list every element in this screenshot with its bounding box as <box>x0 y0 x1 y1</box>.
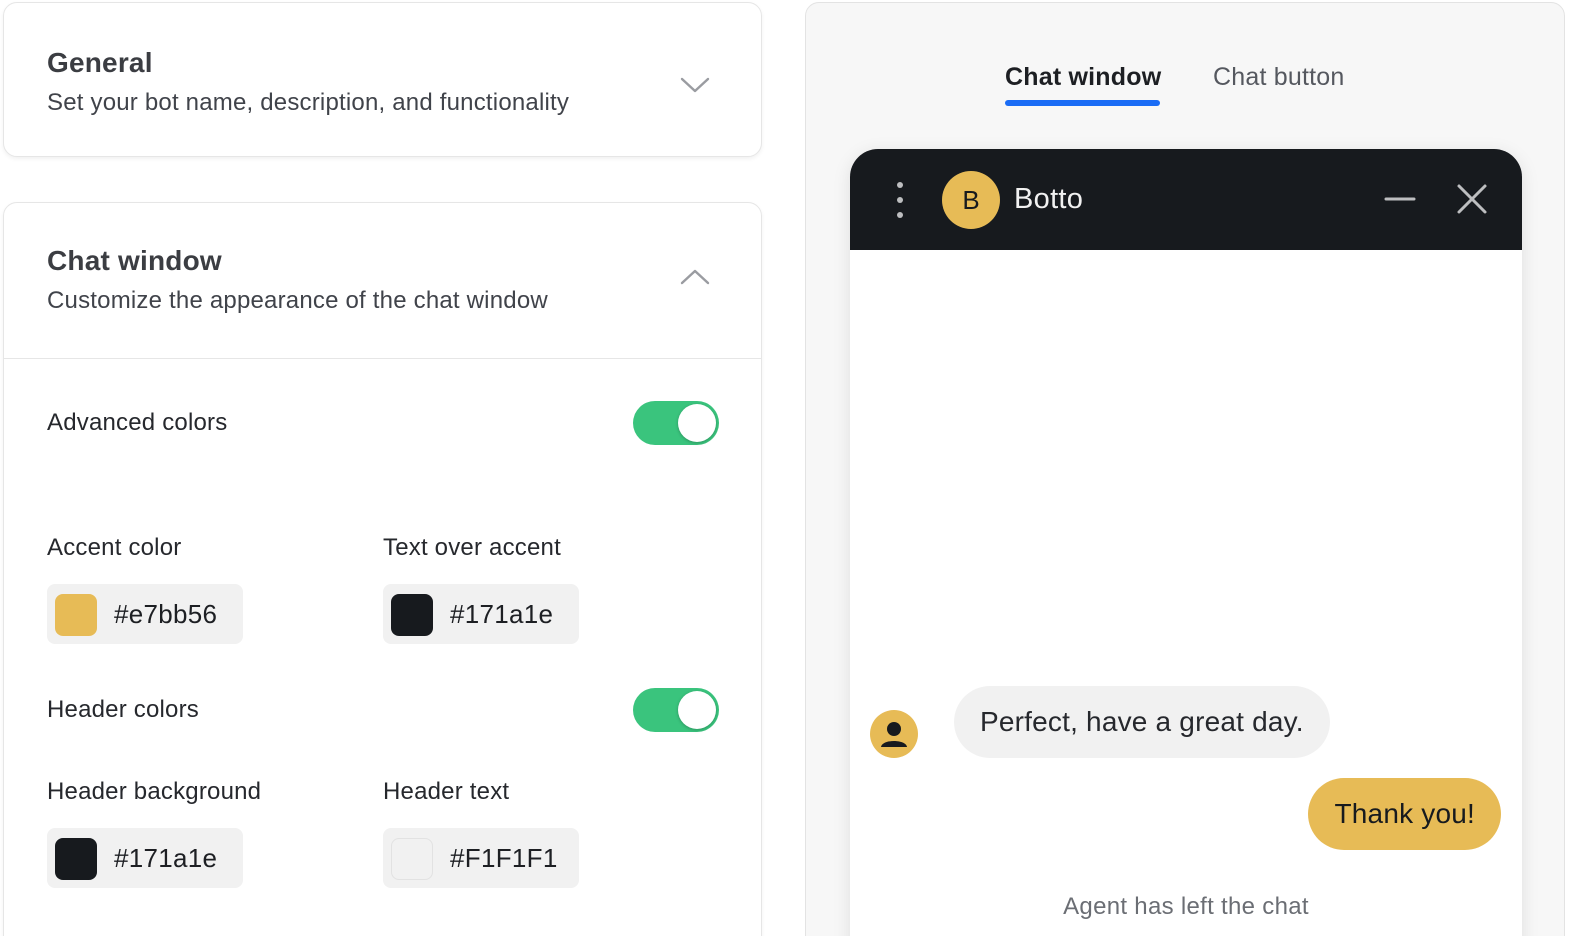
user-message-bubble: Thank you! <box>1308 778 1501 850</box>
chat-window-section-header[interactable]: Chat window Customize the appearance of … <box>47 245 721 315</box>
header-text-field[interactable]: #F1F1F1 <box>383 828 579 888</box>
header-background-swatch[interactable] <box>55 838 97 880</box>
header-background-label: Header background <box>47 778 262 805</box>
text-over-accent-label: Text over accent <box>383 534 561 561</box>
tab-chat-button[interactable]: Chat button <box>1213 63 1344 92</box>
header-background-value: #171a1e <box>114 843 218 873</box>
text-over-accent-value: #171a1e <box>450 599 554 629</box>
header-colors-toggle[interactable] <box>633 688 719 732</box>
bot-avatar: B <box>942 171 1000 229</box>
toggle-knob <box>678 691 716 729</box>
header-text-swatch[interactable] <box>391 838 433 880</box>
toggle-knob <box>678 404 716 442</box>
header-background-field[interactable]: #171a1e <box>47 828 243 888</box>
chat-window-section-subtitle: Customize the appearance of the chat win… <box>47 287 548 314</box>
bot-name: Botto <box>1014 183 1084 215</box>
general-section-header[interactable]: General Set your bot name, description, … <box>47 47 721 117</box>
chat-window-section-title: Chat window <box>47 245 222 276</box>
header-text-value: #F1F1F1 <box>450 843 558 873</box>
header-text-label: Header text <box>383 778 510 805</box>
chevron-up-icon[interactable] <box>679 267 711 287</box>
user-icon <box>870 710 918 758</box>
general-section-subtitle: Set your bot name, description, and func… <box>47 89 570 116</box>
general-section-title: General <box>47 47 153 78</box>
text-over-accent-swatch[interactable] <box>391 594 433 636</box>
accent-color-value: #e7bb56 <box>114 599 218 629</box>
agent-message-bubble: Perfect, have a great day. <box>954 686 1330 758</box>
kebab-menu-icon[interactable] <box>894 182 906 218</box>
advanced-colors-toggle[interactable] <box>633 401 719 445</box>
chat-window-preview: B Botto Perfect, have a great day. Thank… <box>850 149 1522 936</box>
minimize-icon[interactable] <box>1384 183 1416 215</box>
chevron-down-icon[interactable] <box>679 75 711 95</box>
accent-color-label: Accent color <box>47 534 182 561</box>
section-divider <box>4 358 761 359</box>
tab-chat-window[interactable]: Chat window <box>1005 63 1161 92</box>
close-icon[interactable] <box>1456 183 1488 215</box>
chat-header: B Botto <box>850 149 1522 250</box>
advanced-colors-label: Advanced colors <box>47 409 228 436</box>
preview-pane: Chat window Chat button B Botto Perfect,… <box>805 2 1565 936</box>
system-message: Agent has left the chat <box>1063 893 1309 920</box>
chat-window-section: Chat window Customize the appearance of … <box>3 202 762 936</box>
active-tab-indicator <box>1005 100 1160 106</box>
accent-color-field[interactable]: #e7bb56 <box>47 584 243 644</box>
accent-color-swatch[interactable] <box>55 594 97 636</box>
general-section[interactable]: General Set your bot name, description, … <box>3 2 762 157</box>
header-colors-label: Header colors <box>47 696 200 723</box>
text-over-accent-field[interactable]: #171a1e <box>383 584 579 644</box>
